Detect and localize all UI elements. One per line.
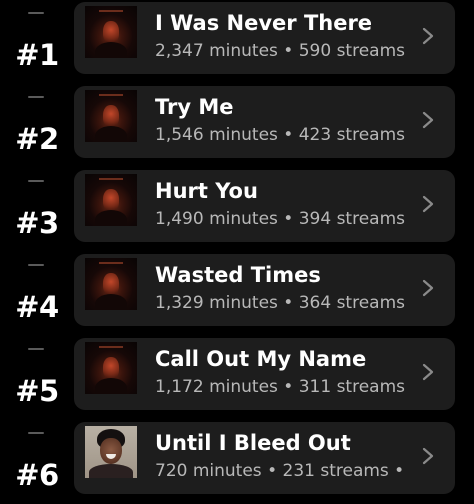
trend-dash-icon (28, 180, 44, 182)
rank-label: #2 (15, 122, 59, 156)
track-row: #1 I Was Never There 2,347 minutes • 590… (0, 0, 474, 84)
trend-dash-icon (28, 12, 44, 14)
track-stats: 1,546 minutes • 423 streams (155, 125, 406, 145)
rank-label: #6 (15, 458, 59, 492)
rank-column: #1 (0, 0, 74, 84)
track-stats: 1,329 minutes • 364 streams (155, 293, 406, 313)
track-title: Call Out My Name (155, 347, 367, 371)
chevron-right-icon (422, 363, 434, 381)
rank-column: #3 (0, 168, 74, 252)
album-art (85, 90, 137, 142)
track-card[interactable]: I Was Never There 2,347 minutes • 590 st… (74, 2, 455, 74)
rank-label: #1 (15, 38, 59, 72)
track-card[interactable]: Until I Bleed Out 720 minutes • 231 stre… (74, 422, 455, 494)
rank-column: #5 (0, 336, 74, 420)
track-title: Hurt You (155, 179, 258, 203)
track-title: I Was Never There (155, 11, 373, 35)
track-title: Wasted Times (155, 263, 321, 287)
top-songs-list: #1 I Was Never There 2,347 minutes • 590… (0, 0, 474, 501)
track-stats: 1,172 minutes • 311 streams • (155, 377, 411, 397)
chevron-right-icon (422, 111, 434, 129)
album-art (85, 426, 137, 478)
track-card[interactable]: Call Out My Name 1,172 minutes • 311 str… (74, 338, 455, 410)
chevron-right-icon (422, 279, 434, 297)
rank-label: #3 (15, 206, 59, 240)
track-row: #3 Hurt You 1,490 minutes • 394 streams (0, 168, 474, 252)
album-art (85, 258, 137, 310)
track-card[interactable]: Wasted Times 1,329 minutes • 364 streams (74, 254, 455, 326)
trend-dash-icon (28, 96, 44, 98)
trend-dash-icon (28, 348, 44, 350)
track-stats: 1,490 minutes • 394 streams (155, 209, 406, 229)
rank-label: #4 (15, 290, 59, 324)
rank-label: #5 (15, 374, 59, 408)
rank-column: #4 (0, 252, 74, 336)
track-row: #5 Call Out My Name 1,172 minutes • 311 … (0, 336, 474, 420)
track-row: #2 Try Me 1,546 minutes • 423 streams (0, 84, 474, 168)
track-row: #6 Until I Bleed Out 720 minutes • 231 s… (0, 420, 474, 504)
album-art (85, 342, 137, 394)
trend-dash-icon (28, 264, 44, 266)
track-stats: 720 minutes • 231 streams • (155, 461, 405, 481)
track-title: Try Me (155, 95, 234, 119)
track-row: #4 Wasted Times 1,329 minutes • 364 stre… (0, 252, 474, 336)
track-title: Until I Bleed Out (155, 431, 351, 455)
chevron-right-icon (422, 27, 434, 45)
rank-column: #2 (0, 84, 74, 168)
track-card[interactable]: Hurt You 1,490 minutes • 394 streams (74, 170, 455, 242)
track-stats: 2,347 minutes • 590 streams (155, 41, 406, 61)
chevron-right-icon (422, 195, 434, 213)
track-card[interactable]: Try Me 1,546 minutes • 423 streams (74, 86, 455, 158)
album-art (85, 6, 137, 58)
chevron-right-icon (422, 447, 434, 465)
rank-column: #6 (0, 420, 74, 504)
trend-dash-icon (28, 432, 44, 434)
album-art (85, 174, 137, 226)
